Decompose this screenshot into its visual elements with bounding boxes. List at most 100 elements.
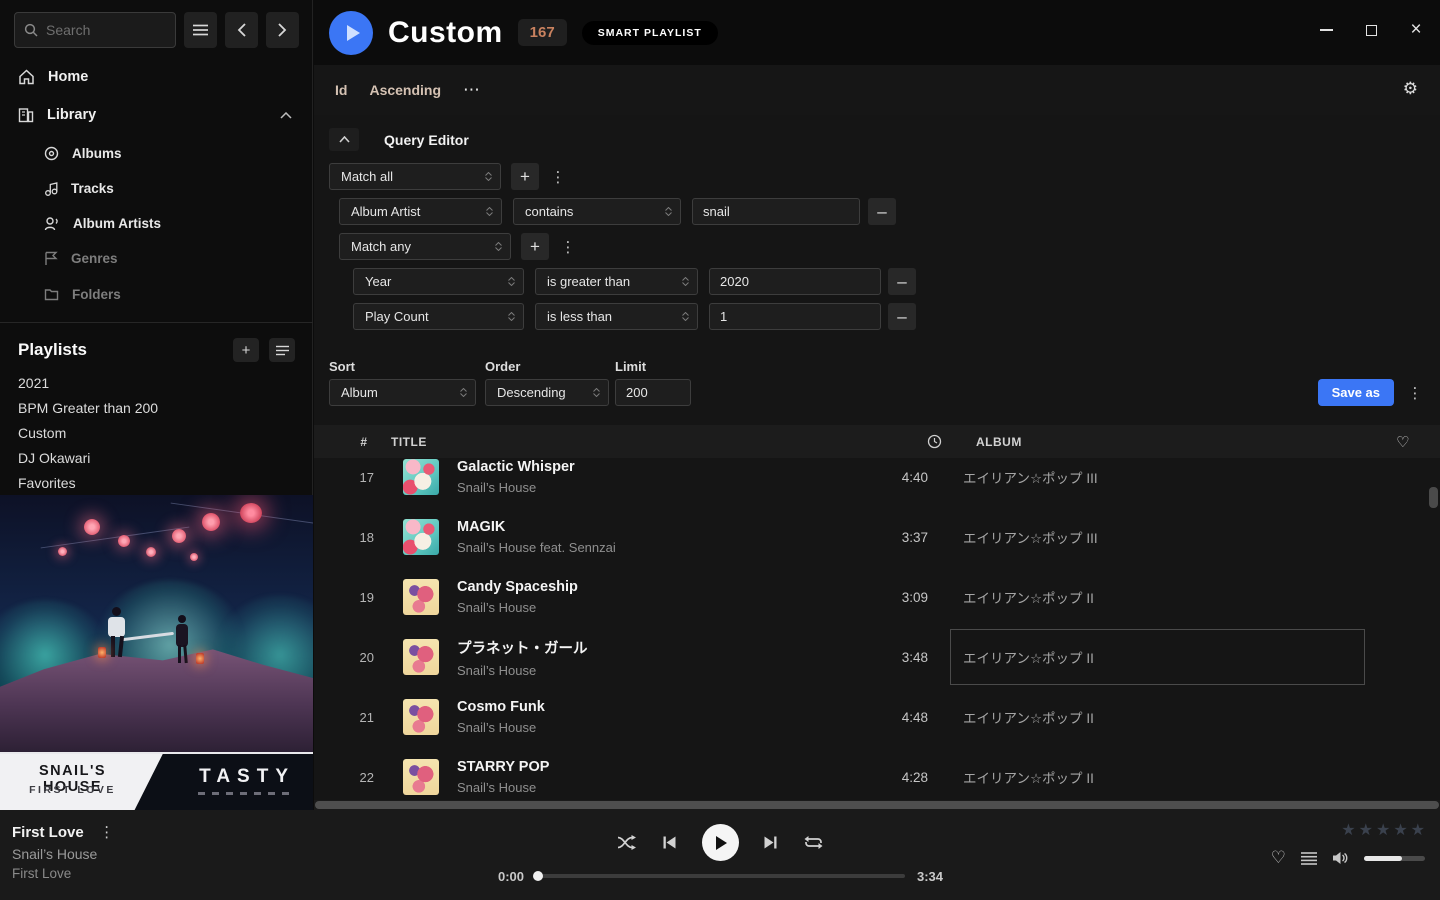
group-kebab-icon[interactable]: ⋮ xyxy=(559,238,577,256)
album-art-thumbnail xyxy=(403,639,439,675)
artwork-figures xyxy=(176,624,188,647)
sort-select[interactable]: Album xyxy=(329,379,476,406)
shuffle-button[interactable] xyxy=(616,832,638,854)
sort-toolbar: Id Ascending ⋯ ⚙ xyxy=(314,65,1440,115)
forward-button[interactable] xyxy=(266,12,299,48)
remove-rule-button[interactable]: – xyxy=(868,198,896,225)
rule-operator-select[interactable]: is less than xyxy=(535,303,698,330)
playlist-item[interactable]: DJ Okawari xyxy=(18,446,288,470)
playlist-item[interactable]: Favorites xyxy=(18,471,288,495)
collapse-query-editor-button[interactable] xyxy=(329,128,359,151)
remove-rule-button[interactable]: – xyxy=(888,268,916,295)
sidebar-item-albums[interactable]: Albums xyxy=(0,138,312,168)
star-icon[interactable]: ★ xyxy=(1411,820,1425,840)
playlist-item[interactable]: BPM Greater than 200 xyxy=(18,396,288,420)
volume-icon[interactable] xyxy=(1332,851,1349,865)
smart-playlist-badge: SMART PLAYLIST xyxy=(582,21,718,45)
progress-handle[interactable] xyxy=(533,871,543,881)
minimize-button[interactable] xyxy=(1318,22,1334,38)
rule-field-select[interactable]: Album Artist xyxy=(339,198,502,225)
track-duration: 4:28 xyxy=(868,770,928,785)
add-playlist-button[interactable]: + xyxy=(233,338,259,362)
sort-direction-chip[interactable]: Ascending xyxy=(369,82,441,98)
star-icon[interactable]: ★ xyxy=(1341,820,1355,840)
progress-bar[interactable] xyxy=(535,874,905,878)
rule-operator-select[interactable]: contains xyxy=(513,198,681,225)
maximize-button[interactable] xyxy=(1363,22,1379,38)
track-album-cell[interactable]: エイリアン☆ポップ III xyxy=(950,458,1365,505)
sidebar-item-album-artists[interactable]: Album Artists xyxy=(0,208,312,238)
sidebar-item-folders[interactable]: Folders xyxy=(0,279,312,309)
queue-icon[interactable] xyxy=(1301,852,1317,865)
table-row[interactable]: 17 Galactic WhisperSnail’s House 4:40 エイ… xyxy=(314,458,1440,507)
rule-field-select[interactable]: Year xyxy=(353,268,524,295)
search-input[interactable] xyxy=(46,22,156,38)
rule-value-input[interactable] xyxy=(709,303,881,330)
column-number[interactable]: # xyxy=(354,435,374,449)
settings-gear-icon[interactable]: ⚙ xyxy=(1403,79,1418,99)
close-button[interactable]: × xyxy=(1408,22,1424,38)
sidebar-item-genres[interactable]: Genres xyxy=(0,243,312,273)
rule-operator-select[interactable]: is greater than xyxy=(535,268,698,295)
play-playlist-button[interactable] xyxy=(329,11,373,55)
chevron-up-icon[interactable] xyxy=(280,112,292,119)
play-icon xyxy=(716,836,727,850)
volume-slider[interactable] xyxy=(1364,856,1425,861)
play-pause-button[interactable] xyxy=(702,824,739,861)
track-album-cell[interactable]: エイリアン☆ポップ II xyxy=(950,749,1365,800)
match-any-select[interactable]: Match any xyxy=(339,233,511,260)
track-duration: 3:37 xyxy=(868,530,928,545)
query-editor: Query Editor Match all + ⋮ Album Artist … xyxy=(314,115,1440,406)
favorite-column-heart-icon[interactable]: ♡ xyxy=(1396,433,1410,451)
rule-field-select[interactable]: Play Count xyxy=(353,303,524,330)
column-album[interactable]: ALBUM xyxy=(964,435,1379,449)
rule-value-input[interactable] xyxy=(709,268,881,295)
remove-rule-button[interactable]: – xyxy=(888,303,916,330)
repeat-button[interactable] xyxy=(803,832,825,854)
track-album-cell[interactable]: エイリアン☆ポップ II xyxy=(950,689,1365,745)
more-options-icon[interactable]: ⋯ xyxy=(463,80,481,100)
table-row[interactable]: 19 Candy SpaceshipSnail’s House 3:09 エイリ… xyxy=(314,567,1440,627)
star-icon[interactable]: ★ xyxy=(1393,820,1407,840)
favorite-heart-icon[interactable]: ♡ xyxy=(1271,848,1286,868)
next-track-button[interactable] xyxy=(760,832,782,854)
playlist-item[interactable]: Custom xyxy=(18,421,288,445)
add-rule-button[interactable]: + xyxy=(521,233,549,260)
star-icon[interactable]: ★ xyxy=(1376,820,1390,840)
limit-input[interactable] xyxy=(615,379,691,406)
duration-clock-icon[interactable] xyxy=(882,434,942,449)
track-artist: Snail’s House xyxy=(457,480,868,495)
save-kebab-icon[interactable]: ⋮ xyxy=(1406,384,1424,402)
order-select[interactable]: Descending xyxy=(485,379,609,406)
column-title[interactable]: TITLE xyxy=(391,435,882,449)
artwork-figures xyxy=(108,617,125,637)
track-album-cell[interactable]: エイリアン☆ポップ II xyxy=(950,569,1365,625)
playlist-item[interactable]: 2021 xyxy=(18,371,288,395)
playlist-list-button[interactable] xyxy=(269,338,295,362)
track-album-cell-focused[interactable]: エイリアン☆ポップ II xyxy=(950,629,1365,685)
star-icon[interactable]: ★ xyxy=(1359,820,1373,840)
track-album-cell[interactable]: エイリアン☆ポップ III xyxy=(950,509,1365,565)
lantern xyxy=(202,513,220,531)
group-kebab-icon[interactable]: ⋮ xyxy=(549,168,567,186)
table-row[interactable]: 20 プラネット・ガールSnail’s House 3:48 エイリアン☆ポップ… xyxy=(314,627,1440,687)
now-playing-artwork[interactable]: SNAIL'S HOUSE FIRST LOVE TASTY xyxy=(0,495,313,810)
horizontal-scrollbar-thumb[interactable] xyxy=(315,801,1439,809)
back-button[interactable] xyxy=(225,12,258,48)
previous-track-button[interactable] xyxy=(659,832,681,854)
match-all-select[interactable]: Match all xyxy=(329,163,501,190)
vertical-scrollbar-thumb[interactable] xyxy=(1429,487,1438,508)
table-row[interactable]: 21 Cosmo FunkSnail’s House 4:48 エイリアン☆ポッ… xyxy=(314,687,1440,747)
add-rule-button[interactable]: + xyxy=(511,163,539,190)
sidebar-item-tracks[interactable]: Tracks xyxy=(0,173,312,203)
search-box[interactable] xyxy=(14,12,176,48)
rule-value-input[interactable] xyxy=(692,198,860,225)
table-row[interactable]: 22 STARRY POPSnail’s House 4:28 エイリアン☆ポッ… xyxy=(314,747,1440,800)
menu-button[interactable] xyxy=(184,12,217,48)
sidebar-item-home[interactable]: Home xyxy=(0,62,312,92)
sort-field-chip[interactable]: Id xyxy=(335,82,347,98)
horizontal-scrollbar[interactable] xyxy=(314,800,1440,810)
save-as-button[interactable]: Save as xyxy=(1318,379,1394,406)
table-row[interactable]: 18 MAGIKSnail’s House feat. Sennzai 3:37… xyxy=(314,507,1440,567)
sidebar-item-library[interactable]: Library xyxy=(0,100,312,130)
